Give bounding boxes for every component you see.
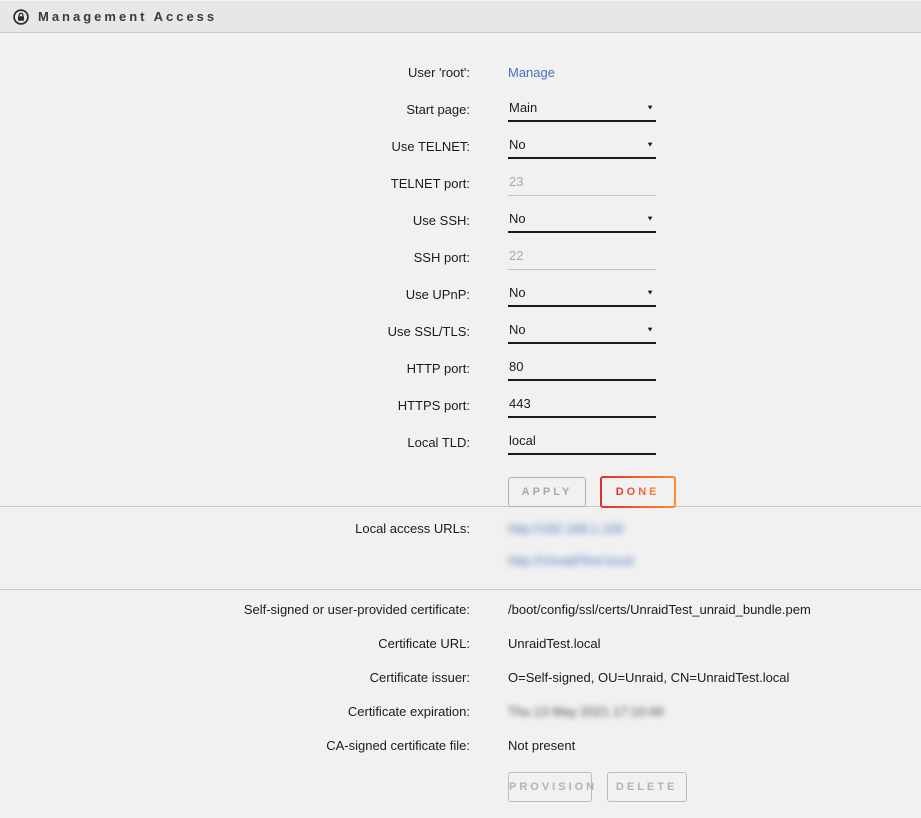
http-port-label: HTTP port: xyxy=(0,361,470,376)
chevron-down-icon: ▼ xyxy=(646,215,654,223)
cert-row-bundle: Self-signed or user-provided certificate… xyxy=(0,592,921,626)
page-title: Management Access xyxy=(38,9,217,24)
certificate-section: Self-signed or user-provided certificate… xyxy=(0,589,921,814)
done-button-label: DONE xyxy=(616,486,660,498)
start-page-value: Main xyxy=(509,100,537,115)
chevron-down-icon: ▼ xyxy=(646,104,654,112)
management-access-page: Management Access User 'root': Manage St… xyxy=(0,0,921,818)
use-ssh-value: No xyxy=(509,211,526,226)
start-page-select[interactable]: Main ▼ xyxy=(508,97,656,122)
form-row-start-page: Start page: Main ▼ xyxy=(0,91,921,128)
local-access-row-2: http://UnraidTest.local xyxy=(0,547,921,573)
start-page-label: Start page: xyxy=(0,102,470,117)
local-access-url-1[interactable]: http://192.168.1.100 xyxy=(508,521,624,536)
form-row-https-port: HTTPS port: xyxy=(0,387,921,424)
use-ssh-select[interactable]: No ▼ xyxy=(508,208,656,233)
use-ssl-select[interactable]: No ▼ xyxy=(508,319,656,344)
lock-circle-icon xyxy=(13,9,29,25)
form-row-ssh-port: SSH port: xyxy=(0,239,921,276)
use-telnet-select[interactable]: No ▼ xyxy=(508,134,656,159)
ssh-port-label: SSH port: xyxy=(0,250,470,265)
ca-file-label: CA-signed certificate file: xyxy=(0,738,470,753)
ssh-port-input[interactable] xyxy=(508,245,656,270)
delete-button[interactable]: DELETE xyxy=(607,772,687,802)
form-row-use-ssh: Use SSH: No ▼ xyxy=(0,202,921,239)
page-header: Management Access xyxy=(0,0,921,33)
use-ssl-value: No xyxy=(509,322,526,337)
chevron-down-icon: ▼ xyxy=(646,289,654,297)
apply-button[interactable]: APPLY xyxy=(508,477,586,507)
form-row-http-port: HTTP port: xyxy=(0,350,921,387)
form-row-use-upnp: Use UPnP: No ▼ xyxy=(0,276,921,313)
https-port-input[interactable] xyxy=(508,393,656,418)
manage-root-link[interactable]: Manage xyxy=(508,65,555,80)
form-row-local-tld: Local TLD: xyxy=(0,424,921,461)
user-root-label: User 'root': xyxy=(0,65,470,80)
done-button[interactable]: DONE xyxy=(600,476,676,508)
use-telnet-value: No xyxy=(509,137,526,152)
form-row-telnet-port: TELNET port: xyxy=(0,165,921,202)
provision-button[interactable]: PROVISION xyxy=(508,772,592,802)
use-telnet-label: Use TELNET: xyxy=(0,139,470,154)
https-port-label: HTTPS port: xyxy=(0,398,470,413)
local-access-row-1: Local access URLs: http://192.168.1.100 xyxy=(0,515,921,541)
cert-row-issuer: Certificate issuer: O=Self-signed, OU=Un… xyxy=(0,660,921,694)
use-ssh-label: Use SSH: xyxy=(0,213,470,228)
use-ssl-label: Use SSL/TLS: xyxy=(0,324,470,339)
cert-row-url: Certificate URL: UnraidTest.local xyxy=(0,626,921,660)
cert-expiration-value: Thu 13 May 2021 17:10:49 xyxy=(508,704,921,719)
use-upnp-label: Use UPnP: xyxy=(0,287,470,302)
http-port-input[interactable] xyxy=(508,356,656,381)
use-upnp-value: No xyxy=(509,285,526,300)
cert-bundle-label: Self-signed or user-provided certificate… xyxy=(0,602,470,617)
cert-url-label: Certificate URL: xyxy=(0,636,470,651)
chevron-down-icon: ▼ xyxy=(646,141,654,149)
ca-file-value: Not present xyxy=(508,738,921,753)
chevron-down-icon: ▼ xyxy=(646,326,654,334)
form-buttons-row: APPLY DONE xyxy=(0,476,921,506)
settings-form: User 'root': Manage Start page: Main ▼ U… xyxy=(0,33,921,506)
local-access-section: Local access URLs: http://192.168.1.100 … xyxy=(0,506,921,589)
local-access-url-2[interactable]: http://UnraidTest.local xyxy=(508,553,633,568)
local-tld-input[interactable] xyxy=(508,430,656,455)
local-access-label: Local access URLs: xyxy=(0,521,470,536)
cert-bundle-value: /boot/config/ssl/certs/UnraidTest_unraid… xyxy=(508,602,921,617)
local-tld-label: Local TLD: xyxy=(0,435,470,450)
use-upnp-select[interactable]: No ▼ xyxy=(508,282,656,307)
form-row-use-telnet: Use TELNET: No ▼ xyxy=(0,128,921,165)
cert-expiration-label: Certificate expiration: xyxy=(0,704,470,719)
cert-row-ca-file: CA-signed certificate file: Not present xyxy=(0,728,921,762)
telnet-port-input[interactable] xyxy=(508,171,656,196)
form-row-use-ssl: Use SSL/TLS: No ▼ xyxy=(0,313,921,350)
cert-row-expiration: Certificate expiration: Thu 13 May 2021 … xyxy=(0,694,921,728)
cert-url-value: UnraidTest.local xyxy=(508,636,921,651)
certificate-buttons-row: PROVISION DELETE xyxy=(0,770,921,804)
cert-issuer-label: Certificate issuer: xyxy=(0,670,470,685)
cert-issuer-value: O=Self-signed, OU=Unraid, CN=UnraidTest.… xyxy=(508,670,921,685)
form-row-user-root: User 'root': Manage xyxy=(0,54,921,91)
telnet-port-label: TELNET port: xyxy=(0,176,470,191)
